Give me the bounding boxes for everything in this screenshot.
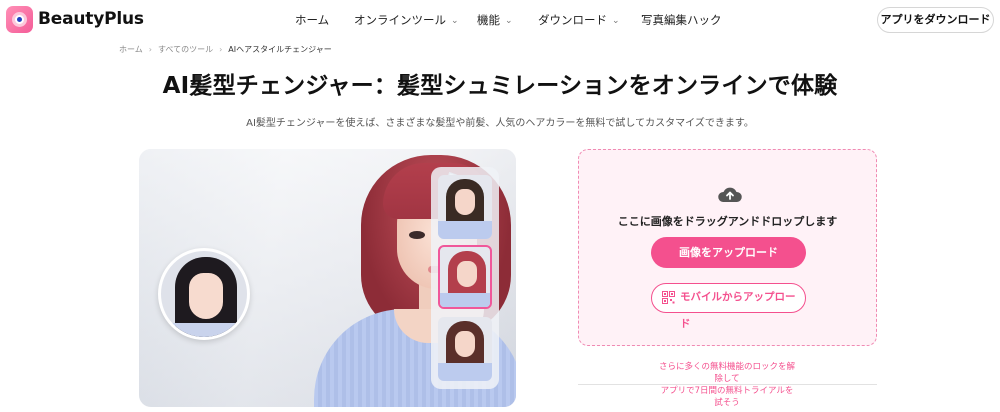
upload-image-button[interactable]: 画像をアップロード: [651, 237, 806, 268]
breadcrumb-all-tools[interactable]: すべてのツール: [158, 45, 213, 54]
breadcrumb-home[interactable]: ホーム: [119, 45, 143, 54]
before-avatar: [158, 248, 250, 340]
hairstyle-thumbnail-selected[interactable]: [438, 245, 492, 309]
hairstyle-thumbnail[interactable]: [438, 175, 492, 239]
promo-line: アプリで7日間の無料トライアルを: [660, 386, 794, 396]
divider: [578, 384, 877, 385]
hairstyle-thumbnail-strip: [431, 167, 499, 389]
breadcrumb-separator: ›: [148, 45, 152, 54]
download-app-button[interactable]: アプリをダウンロード: [877, 7, 994, 33]
nav-item-features[interactable]: 機能 ⌄: [477, 12, 513, 28]
drop-instruction: ここに画像をドラッグアンドドロップします: [617, 215, 838, 228]
cloud-upload-icon: [718, 187, 742, 202]
chevron-down-icon: ⌄: [505, 16, 513, 26]
free-trial-promo[interactable]: さらに多くの無料機能のロックを解 除して アプリで7日間の無料トライアルを 試そ…: [648, 361, 806, 409]
nav-label: ホーム: [295, 13, 330, 27]
nav-item-online-tools[interactable]: オンラインツール ⌄: [354, 12, 459, 28]
beautyplus-logo-icon[interactable]: [6, 6, 33, 33]
nav-item-home[interactable]: ホーム: [295, 12, 329, 28]
nav-label: オンラインツール: [354, 13, 446, 27]
breadcrumb: ホーム › すべてのツール › AIヘアスタイルチェンジャー: [119, 44, 332, 55]
page-subtitle: AI髪型チェンジャーを使えば、さまざまな髪型や前髪、人気のヘアカラーを無料で試し…: [246, 118, 754, 129]
chevron-down-icon: ⌄: [612, 16, 620, 26]
mobile-upload-label: モバイルからアップロード: [680, 291, 796, 330]
nav-item-download[interactable]: ダウンロード ⌄: [538, 12, 620, 28]
promo-line: 試そう: [714, 398, 740, 408]
upload-from-mobile-button[interactable]: モバイルからアップロード: [651, 283, 806, 330]
nav-label: 写真編集ハック: [641, 13, 722, 27]
hairstyle-preview-image: [139, 149, 516, 407]
breadcrumb-separator: ›: [219, 45, 223, 54]
breadcrumb-current: AIヘアスタイルチェンジャー: [228, 45, 332, 54]
promo-line: さらに多くの無料機能のロックを解: [658, 362, 795, 372]
hairstyle-thumbnail[interactable]: [438, 317, 492, 381]
site-header: BeautyPlus ホーム オンラインツール ⌄ 機能 ⌄ ダウンロード ⌄ 写真編…: [0, 0, 1000, 38]
nav-label: ダウンロード: [538, 13, 607, 27]
nav-item-photo-hacks[interactable]: 写真編集ハック: [641, 12, 722, 28]
qr-code-icon: [662, 291, 675, 304]
nav-label: 機能: [477, 13, 500, 27]
chevron-down-icon: ⌄: [451, 16, 459, 26]
page-title: AI髪型チェンジャー：髪型シュミレーションをオンラインで体験: [162, 73, 838, 99]
brand-name[interactable]: BeautyPlus: [38, 9, 144, 29]
upload-drop-zone[interactable]: ここに画像をドラッグアンドドロップします 画像をアップロード モバイルからアップ…: [578, 149, 877, 346]
